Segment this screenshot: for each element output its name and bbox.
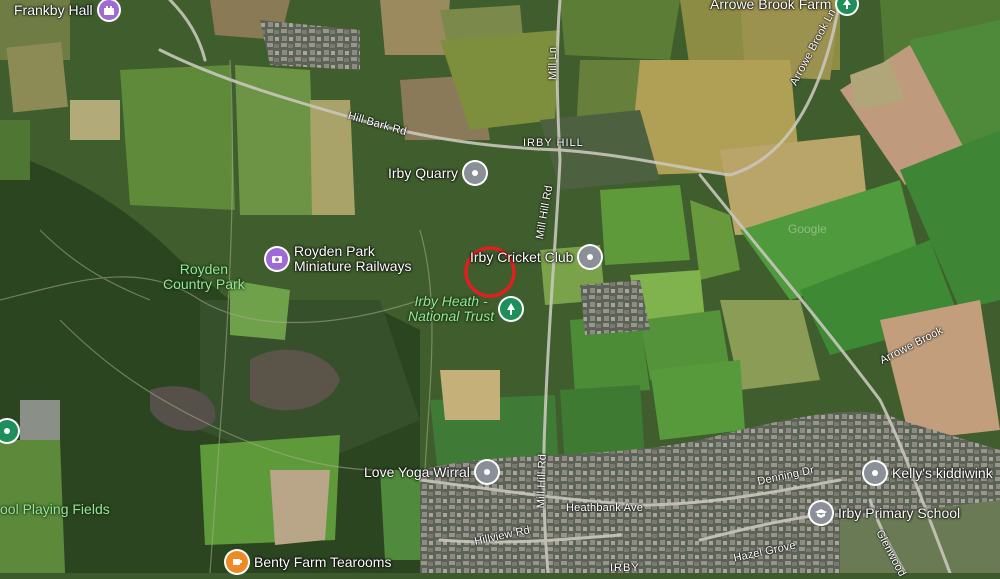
royden-country-park-line1: Royden: [179, 261, 228, 277]
place-label-playing-fields: ool Playing Fields: [0, 501, 110, 517]
royden-country-park-line2: Country Park: [163, 275, 245, 292]
google-watermark: Google: [788, 222, 827, 236]
poi-frankby-hall-label: Frankby Hall: [14, 1, 93, 18]
place-label-irby-hill: IRBY HILL: [523, 137, 584, 149]
castle-icon: [98, 0, 119, 20]
road-label-mill-hill-lower: Mill Hill Rd: [535, 453, 549, 509]
poi-kellys[interactable]: Kelly's kiddiwink: [864, 462, 993, 484]
tree-icon: [0, 420, 18, 442]
poi-irby-heath[interactable]: Irby Heath - National Trust: [408, 293, 523, 324]
irby-heath-line1: Irby Heath -: [414, 293, 488, 309]
poi-irby-quarry-label: Irby Quarry: [388, 164, 459, 181]
poi-frankby-hall[interactable]: Frankby Hall: [14, 0, 119, 20]
poi-benty-farm-label: Benty Farm Tearooms: [254, 553, 392, 570]
tree-icon: [500, 297, 523, 320]
royden-railways-line1: Royden Park: [294, 243, 375, 259]
satellite-map[interactable]: Google: [0, 0, 1000, 573]
cup-icon: [226, 551, 248, 573]
poi-kellys-label: Kelly's kiddiwink: [892, 464, 993, 481]
road-label-heathbank: Heathbank Ave: [566, 502, 644, 514]
poi-arrowe-brook-farm-label: Arrowe Brook Farm: [710, 0, 832, 12]
poi-love-yoga-label: Love Yoga Wirral: [364, 463, 470, 480]
poi-irby-quarry[interactable]: Irby Quarry: [388, 162, 487, 184]
royden-railways-line2: Miniature Railways: [294, 257, 412, 274]
location-pin-icon: [864, 462, 886, 484]
poi-love-yoga[interactable]: Love Yoga Wirral: [364, 461, 498, 483]
irby-heath-line2: National Trust: [408, 307, 495, 324]
poi-playing-fields-pin[interactable]: [0, 420, 18, 442]
school-icon: [810, 502, 832, 524]
road-label-mill-ln: Mill Ln: [547, 46, 559, 80]
tree-icon: [837, 0, 858, 14]
poi-irby-primary-label: Irby Primary School: [838, 504, 961, 521]
camera-icon: [266, 247, 288, 270]
poi-irby-primary[interactable]: Irby Primary School: [810, 502, 960, 524]
location-pin-icon: [464, 162, 487, 184]
place-label-irby: IRBY: [610, 562, 640, 574]
location-pin-icon: [475, 461, 498, 483]
poi-irby-cricket-club[interactable]: Irby Cricket Club: [470, 246, 602, 268]
poi-benty-farm[interactable]: Benty Farm Tearooms: [226, 551, 391, 573]
poi-irby-cricket-club-label: Irby Cricket Club: [470, 248, 574, 265]
place-label-royden-country-park[interactable]: Royden Country Park: [163, 262, 245, 291]
location-pin-icon: [579, 246, 602, 268]
poi-royden-railways[interactable]: Royden Park Miniature Railways: [266, 244, 411, 273]
